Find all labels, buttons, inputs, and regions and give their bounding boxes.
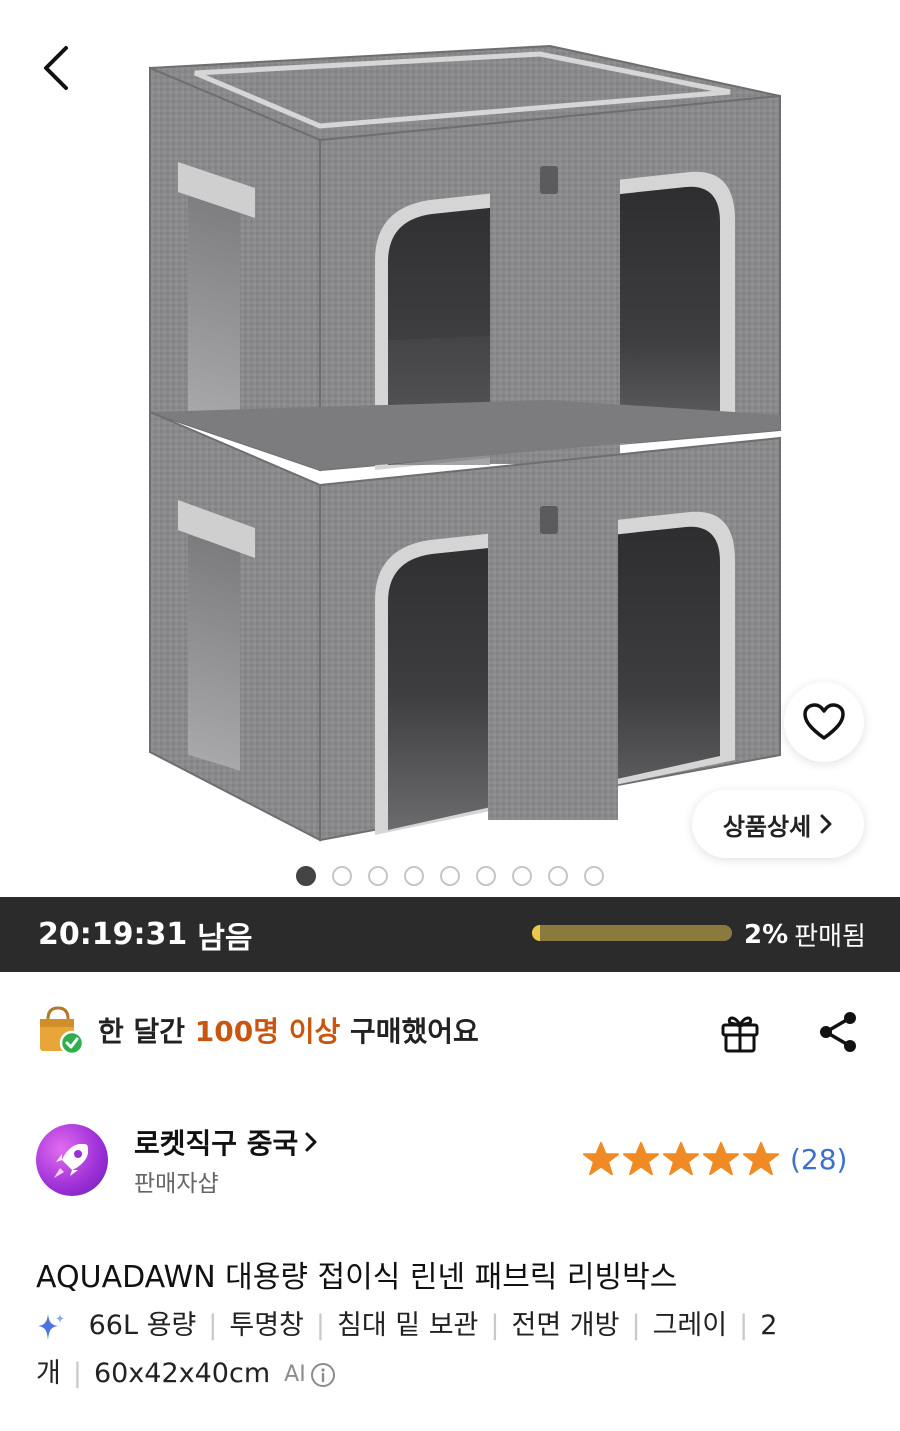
seller-avatar[interactable] — [36, 1124, 108, 1196]
pagination-dot[interactable] — [476, 866, 496, 886]
star-icon — [622, 1141, 660, 1176]
product-image — [149, 44, 781, 842]
gift-icon — [721, 1016, 759, 1053]
seller-name-link[interactable]: 로켓직구 중국 — [134, 1122, 318, 1162]
seller-name: 로켓직구 중국 — [134, 1127, 299, 1160]
purchase-prefix: 한 달간 — [98, 1015, 186, 1048]
pagination-dot[interactable] — [548, 866, 568, 886]
pagination-dot[interactable] — [440, 866, 460, 886]
tag-separator: | — [490, 1310, 500, 1341]
purchase-highlight: 100명 이상 — [194, 1015, 341, 1048]
image-pagination — [0, 866, 900, 890]
rocket-icon — [54, 1144, 88, 1178]
sold-progress-bar — [532, 925, 732, 941]
attribute-tag: 그레이 — [652, 1310, 728, 1341]
attribute-tag: 60x42x40cm — [93, 1358, 271, 1389]
review-count[interactable]: (28) — [790, 1143, 847, 1176]
countdown-suffix: 남음 — [197, 920, 253, 956]
rating-stars — [582, 1140, 780, 1178]
attribute-tag: 투명창 — [229, 1310, 304, 1341]
product-gallery[interactable]: 상품상세 — [0, 0, 900, 897]
tag-separator: | — [72, 1358, 82, 1389]
seller-subtitle: 판매자샵 — [134, 1171, 219, 1197]
countdown-time: 20:19:31 — [38, 917, 188, 952]
purchase-suffix: 구매했어요 — [350, 1015, 479, 1048]
ai-badge[interactable]: AI — [284, 1351, 336, 1399]
pagination-dot[interactable] — [332, 866, 352, 886]
sold-suffix: 판매됨 — [794, 922, 866, 952]
pagination-dot[interactable] — [368, 866, 388, 886]
star-icon — [702, 1141, 740, 1176]
info-icon — [310, 1362, 335, 1387]
sparkle-icon — [38, 1313, 64, 1340]
tag-separator: | — [208, 1310, 218, 1341]
attribute-tag: 66L 용량 — [88, 1310, 197, 1341]
attribute-tag: 침대 밑 보관 — [337, 1310, 479, 1341]
attribute-tag: 전면 개방 — [511, 1310, 620, 1341]
sold-percent: 2% — [744, 919, 789, 950]
product-detail-label: 상품상세 — [722, 812, 812, 841]
product-detail-button[interactable]: 상품상세 — [692, 790, 864, 858]
product-attributes: 66L 용량 | 투명창 | 침대 밑 보관 | 전면 개방 | 그레이 | 2개 | 60x42x40… — [36, 1302, 876, 1399]
chevron-left-icon — [44, 46, 68, 90]
product-title: AQUADAWN 대용량 접이식 린넨 패브릭 리빙박스 — [36, 1260, 678, 1295]
shopping-bag-check-icon — [40, 1006, 84, 1055]
ai-label: AI — [284, 1361, 306, 1387]
purchase-count-text: 한 달간 100명 이상 구매했어요 — [98, 1010, 479, 1050]
share-button[interactable] — [812, 1006, 864, 1058]
pagination-dot[interactable] — [296, 866, 316, 886]
share-icon — [820, 1012, 856, 1052]
tag-separator: | — [631, 1310, 641, 1341]
sold-progress-label: 2% 판매됨 — [744, 897, 866, 972]
gift-button[interactable] — [714, 1006, 766, 1058]
star-icon — [662, 1141, 700, 1176]
countdown: 20:19:31 남음 — [38, 897, 252, 972]
tag-separator: | — [739, 1310, 749, 1341]
back-button[interactable] — [30, 40, 80, 96]
sold-progress-fill — [532, 925, 540, 941]
chevron-right-icon — [820, 814, 832, 834]
pagination-dot[interactable] — [584, 866, 604, 886]
chevron-right-icon — [305, 1132, 317, 1152]
pagination-dot[interactable] — [512, 866, 532, 886]
rating-summary[interactable]: (28) — [582, 1140, 847, 1178]
star-icon — [742, 1141, 780, 1176]
wishlist-button[interactable] — [784, 682, 864, 762]
heart-icon — [803, 703, 845, 740]
deal-timer-bar: 20:19:31 남음 2% 판매됨 — [0, 897, 900, 972]
tag-separator: | — [315, 1310, 326, 1341]
pagination-dot[interactable] — [404, 866, 424, 886]
purchase-count-row: 한 달간 100명 이상 구매했어요 — [36, 1000, 479, 1060]
star-icon — [582, 1141, 620, 1176]
